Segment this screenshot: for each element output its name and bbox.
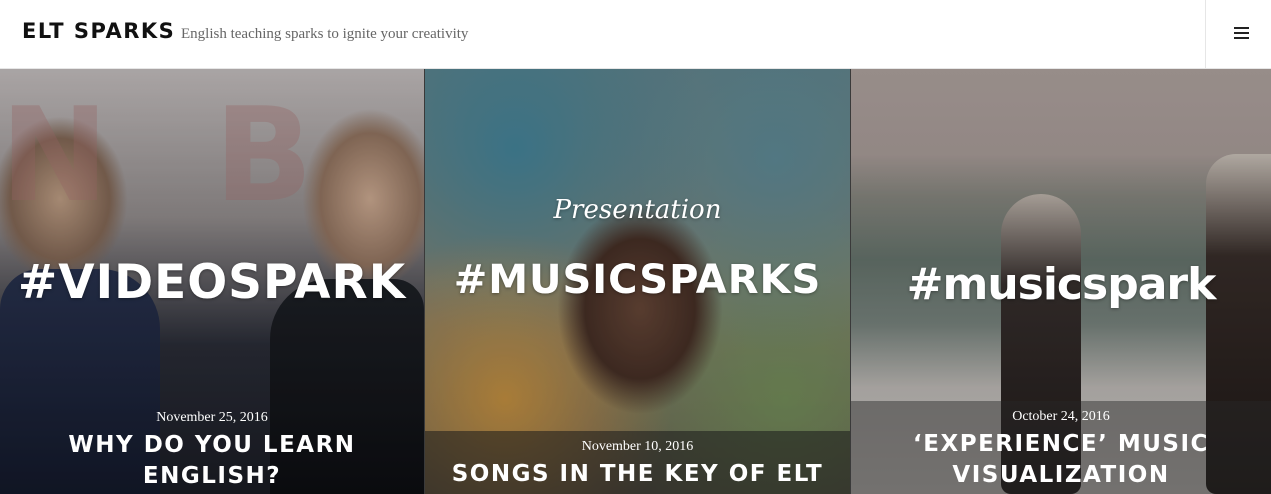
post-title-link[interactable]: ‘EXPERIENCE’ MUSIC VISUALIZATION [871, 429, 1251, 491]
post-image-label: Presentation [553, 195, 722, 225]
site-header: ELT SPARKS English teaching sparks to ig… [0, 0, 1271, 69]
post-title-link[interactable]: SONGS IN THE KEY OF ELT [445, 459, 830, 490]
site-tagline: English teaching sparks to ignite your c… [181, 26, 469, 42]
site-title-link[interactable]: ELT SPARKS [22, 19, 175, 43]
post-caption: November 25, 2016 WHY DO YOU LEARN ENGLI… [0, 402, 424, 494]
post-date[interactable]: October 24, 2016 [871, 409, 1251, 425]
post-card-3[interactable]: #musicspark October 24, 2016 ‘EXPERIENCE… [851, 69, 1271, 494]
post-date[interactable]: November 10, 2016 [445, 439, 830, 455]
post-card-1[interactable]: N B #VIDEOSPARK November 25, 2016 WHY DO… [0, 69, 424, 494]
hamburger-menu-icon[interactable] [1234, 27, 1249, 40]
menu-area [1205, 0, 1271, 68]
post-title-link[interactable]: WHY DO YOU LEARN ENGLISH? [20, 430, 404, 492]
post-date[interactable]: November 25, 2016 [20, 410, 404, 426]
post-card-2[interactable]: Presentation #MUSICSPARKS November 10, 2… [424, 69, 851, 494]
post-image-hashtag: #MUSICSPARKS [453, 257, 822, 303]
post-image-hashtag: #musicspark [906, 259, 1217, 310]
post-image-hashtag: #VIDEOSPARK [17, 255, 407, 310]
post-caption: October 24, 2016 ‘EXPERIENCE’ MUSIC VISU… [851, 401, 1271, 494]
post-caption: November 10, 2016 SONGS IN THE KEY OF EL… [425, 431, 850, 494]
